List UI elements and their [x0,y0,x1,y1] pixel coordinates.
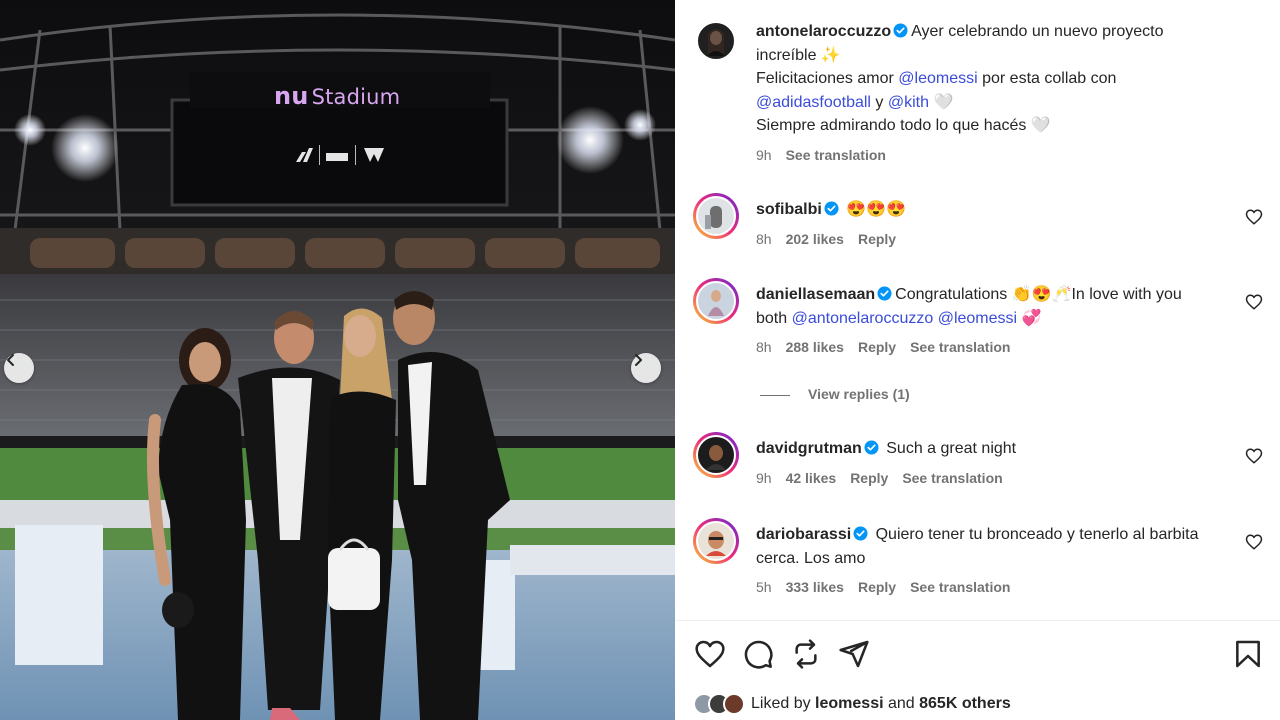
timestamp[interactable]: 9h [756,147,772,163]
screen-label-text: Stadium [311,85,401,109]
comment-icon[interactable] [742,638,774,670]
caption-line-4: Siempre admirando todo lo que hacés 🤍 [756,117,1051,134]
verified-icon [853,526,868,541]
comment-text-end: 💞 [1017,309,1042,327]
bookmark-icon[interactable] [1232,638,1264,670]
comment-username[interactable]: dariobarassi [756,526,851,543]
timestamp[interactable]: 9h [756,470,772,486]
likes-count-button[interactable]: 288 likes [786,339,844,355]
like-comment-heart-icon[interactable] [1245,208,1263,226]
timestamp[interactable]: 8h [756,231,772,247]
reply-button[interactable]: Reply [858,231,896,247]
see-translation-button[interactable]: See translation [786,147,886,163]
avatar[interactable] [693,193,739,239]
avatar-image [707,29,725,56]
caption-meta: 9h See translation [756,144,1216,168]
carousel-prev-button[interactable] [4,353,34,383]
comment-meta: 9h 42 likes Reply See translation [756,467,1216,491]
post-action-bar [694,638,1264,672]
comment-body: daniellasemaan Congratulations 👏😍🥂In love… [756,283,1216,360]
see-translation-button[interactable]: See translation [910,579,1010,595]
likes-count-button[interactable]: 202 likes [786,231,844,247]
avatar-image [706,445,726,470]
mention-link[interactable]: @leomessi [898,70,977,87]
reply-button[interactable]: Reply [850,470,888,486]
timestamp[interactable]: 8h [756,339,772,355]
comment-text: Such a great night [886,440,1017,457]
comments-panel: antonelaroccuzzo Ayer celebrando un nuevo… [675,0,1280,720]
comment-meta: 5h 333 likes Reply See translation [756,576,1216,600]
mention-link[interactable]: @leomessi [938,310,1017,327]
caption-line-3-post: 🤍 [929,93,954,111]
post-photo[interactable]: nu Stadium [0,0,675,720]
liked-by-text: Liked by leomessi and 865K others [751,695,1011,713]
verified-icon [877,286,892,301]
chevron-left-icon [7,354,14,366]
liked-by-prefix: Liked by [751,695,816,712]
like-comment-heart-icon[interactable] [1245,447,1263,465]
stadium-screen-sign: nu Stadium [274,82,414,112]
comment-username[interactable]: sofibalbi [756,201,822,218]
liked-by-summary[interactable]: Liked by leomessi and 865K others [693,690,1011,718]
caption-line-2-pre: Felicitaciones amor [756,70,899,87]
timestamp[interactable]: 5h [756,579,772,595]
reply-button[interactable]: Reply [858,579,896,595]
verified-icon [864,440,879,455]
comment-meta: 8h 202 likes Reply [756,228,1216,252]
like-comment-heart-icon[interactable] [1245,293,1263,311]
carousel-next-button[interactable] [631,353,661,383]
avatar[interactable] [693,18,739,64]
comment-body: davidgrutman Such a great night 9h 42 lik… [756,437,1216,490]
comment-meta: 8h 288 likes Reply See translation [756,336,1216,360]
avatar-image [706,531,726,556]
screen-brand-text: nu [274,82,309,110]
see-translation-button[interactable]: See translation [910,339,1010,355]
comment-body: sofibalbi 😍😍😍 8h 202 likes Reply [756,198,1216,251]
liked-by-middle: and [883,695,920,712]
verified-icon [824,201,839,216]
caption-username[interactable]: antonelaroccuzzo [756,23,891,40]
comment-username[interactable]: davidgrutman [756,440,862,457]
view-replies-button[interactable]: View replies (1) [760,386,910,402]
see-translation-button[interactable]: See translation [902,470,1002,486]
view-replies-label: View replies (1) [808,386,910,402]
comment-body: dariobarassi Quiero tener tu bronceado y… [756,523,1216,600]
avatar-image [708,290,724,316]
liker-avatar [723,693,745,715]
chevron-right-icon [635,354,642,366]
comment-username[interactable]: daniellasemaan [756,286,875,303]
repost-icon[interactable] [790,638,822,670]
mention-link[interactable]: @kith [888,94,929,111]
share-icon[interactable] [838,638,870,670]
caption-line-3-mid: y [870,93,888,111]
avatar[interactable] [693,518,739,564]
mention-link[interactable]: @antonelaroccuzzo [792,310,934,327]
mention-link[interactable]: @adidasfootball [756,94,871,111]
actions-divider [675,620,1280,621]
likes-count-button[interactable]: 333 likes [786,579,844,595]
avatar[interactable] [693,278,739,324]
view-replies-divider [760,394,790,396]
reply-button[interactable]: Reply [858,339,896,355]
like-comment-heart-icon[interactable] [1245,533,1263,551]
likes-count-button[interactable]: 42 likes [786,470,837,486]
avatar-image [705,206,722,229]
heart-icon[interactable] [694,638,726,670]
liked-by-count[interactable]: 865K others [919,695,1011,712]
verified-icon [893,23,908,38]
avatar[interactable] [693,432,739,478]
liked-by-user[interactable]: leomessi [815,695,883,712]
caption-line-2-post: por esta collab con [977,70,1117,87]
caption-body: antonelaroccuzzo Ayer celebrando un nuevo… [756,20,1216,167]
comment-text: 😍😍😍 [846,201,906,218]
